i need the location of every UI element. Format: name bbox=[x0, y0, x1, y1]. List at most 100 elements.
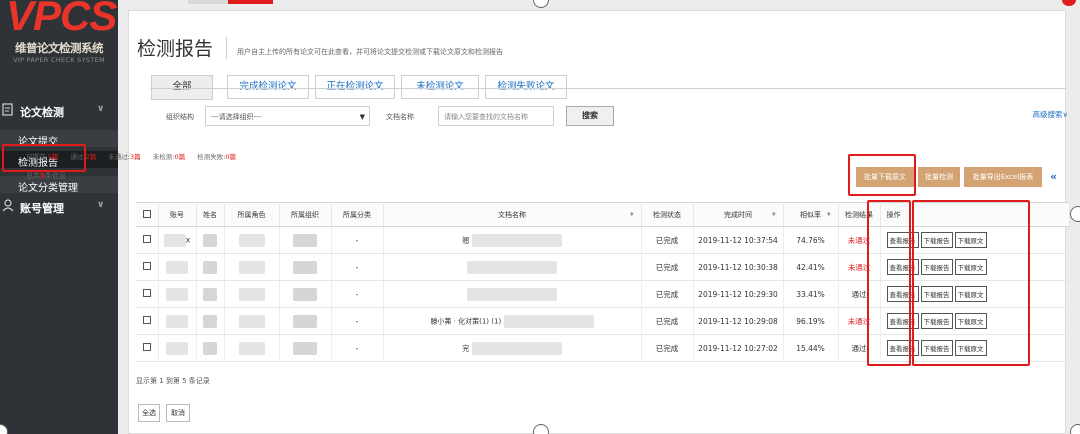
view-report-button[interactable]: 查看报告 bbox=[886, 232, 919, 248]
col-name[interactable]: 姓名 bbox=[196, 202, 225, 227]
select-all-button[interactable]: 全选 bbox=[138, 404, 160, 422]
table-row[interactable]: - 完 已完成 2019-11-12 10:27:02 15.44% 通过 查看报告 下载报… bbox=[136, 334, 1070, 362]
cell-time: 2019-11-12 10:27:02 bbox=[693, 334, 784, 362]
cell-category: - bbox=[331, 334, 384, 362]
tab-checking[interactable]: 正在检测论文 bbox=[315, 75, 395, 99]
col-category[interactable]: 所属分类 bbox=[331, 202, 384, 227]
row-checkbox[interactable] bbox=[142, 235, 151, 243]
row-checkbox[interactable] bbox=[142, 262, 151, 270]
view-report-button[interactable]: 查看报告 bbox=[886, 340, 919, 356]
tab-failed[interactable]: 检测失败论文 bbox=[485, 75, 567, 99]
cell-result: 未通过 bbox=[838, 253, 881, 281]
org-select[interactable]: ---请选择组织--- ▼ bbox=[205, 106, 370, 126]
download-report-button[interactable]: 下载报告 bbox=[920, 340, 953, 356]
cell-role bbox=[224, 253, 280, 281]
table-body: x-翘 已完成 2019-11-12 10:37:54 74.76% 未通过 查看报告下… bbox=[136, 226, 1070, 362]
cell-account bbox=[158, 334, 197, 362]
download-original-button[interactable]: 下载原文 bbox=[954, 286, 987, 302]
col-doc-name[interactable]: 文档名称 ♦ bbox=[383, 202, 642, 227]
table-row[interactable]: - 已完成 2019-11-12 10:30:38 42.41% 未通过 查看报告 下载报… bbox=[136, 253, 1070, 281]
brand-name-cn: 维普论文检测系统 bbox=[15, 41, 104, 55]
download-report-button[interactable]: 下载报告 bbox=[920, 232, 953, 248]
redacted-block bbox=[293, 341, 317, 355]
row-checkbox[interactable] bbox=[142, 289, 151, 297]
cell-rate: 15.44% bbox=[783, 334, 839, 362]
cell-name bbox=[196, 253, 225, 281]
cell-rate-text: 33.41% bbox=[796, 289, 825, 299]
cell-status-text: 已完成 bbox=[655, 235, 679, 245]
redacted-block bbox=[293, 260, 317, 274]
cell-account-text: x bbox=[185, 235, 191, 244]
col-status[interactable]: 检测状态 bbox=[641, 202, 694, 227]
redacted-block bbox=[203, 287, 217, 301]
cell-status: 已完成 bbox=[641, 253, 694, 281]
row-checkbox[interactable] bbox=[142, 343, 151, 351]
download-report-button[interactable]: 下载报告 bbox=[920, 259, 953, 275]
sidebar-item-paper-submit[interactable]: 论文提交 bbox=[0, 130, 118, 148]
download-report-button[interactable]: 下载报告 bbox=[920, 286, 953, 302]
stat-passed-label: 通过: bbox=[70, 153, 86, 161]
redacted-block bbox=[471, 233, 562, 247]
cancel-button[interactable]: 取消 bbox=[166, 404, 190, 422]
download-original-button[interactable]: 下载原文 bbox=[954, 259, 987, 275]
download-report-button[interactable]: 下载报告 bbox=[920, 313, 953, 329]
download-original-button[interactable]: 下载原文 bbox=[954, 232, 987, 248]
batch-export-button[interactable]: 批量导出Excel报表 bbox=[964, 167, 1042, 187]
redacted-block bbox=[293, 287, 317, 301]
redacted-block bbox=[203, 233, 217, 247]
download-original-button[interactable]: 下载原文 bbox=[954, 313, 987, 329]
header-checkbox-cell bbox=[136, 202, 159, 227]
stat-checkfail-value: 0篇 bbox=[225, 153, 237, 161]
report-table: 账号 姓名 所属角色 所属组织 所属分类 文档名称 ♦ 检测状态 完成时间 ♦ 相似… bbox=[136, 202, 1070, 362]
col-account[interactable]: 账号 bbox=[158, 202, 197, 227]
brand-logo: VPCS 维普论文检测系统 VIP PAPER CHECK SYSTEM bbox=[2, 0, 117, 72]
cell-result-text: 未通过 bbox=[847, 262, 871, 272]
select-all-checkbox[interactable] bbox=[142, 209, 151, 218]
total-suffix: 条信息 bbox=[44, 172, 66, 180]
nav-section-account[interactable]: 账号管理 ∨ bbox=[0, 196, 118, 218]
cell-time-text: 2019-11-12 10:37:54 bbox=[698, 235, 778, 245]
sort-icon: ♦ bbox=[629, 211, 635, 218]
cell-name bbox=[196, 226, 225, 254]
col-result[interactable]: 检测结果 bbox=[838, 202, 881, 227]
nav-section-label: 论文检测 bbox=[20, 106, 64, 119]
col-time[interactable]: 完成时间 ♦ bbox=[693, 202, 784, 227]
redacted-block bbox=[166, 314, 188, 328]
cell-rate: 33.41% bbox=[783, 280, 839, 308]
tab-completed[interactable]: 完成检测论文 bbox=[227, 75, 309, 99]
redacted-block bbox=[166, 287, 188, 301]
cell-result-text: 通过 bbox=[851, 289, 867, 299]
double-chevron-left-icon[interactable]: « bbox=[1050, 170, 1057, 183]
cell-org bbox=[279, 253, 332, 281]
batch-download-button[interactable]: 批量下载原文 bbox=[856, 167, 914, 187]
table-row[interactable]: - 滕小茀 · 化对策(1) (1) 已完成 2019-11-12 10:29:08… bbox=[136, 307, 1070, 335]
nav-section-paper-check[interactable]: 论文检测 ∨ bbox=[0, 100, 118, 122]
view-report-button[interactable]: 查看报告 bbox=[886, 259, 919, 275]
search-button[interactable]: 搜索 bbox=[566, 106, 614, 126]
cell-org bbox=[279, 226, 332, 254]
tab-unchecked[interactable]: 未检测论文 bbox=[401, 75, 479, 99]
redacted-block bbox=[238, 287, 265, 301]
stats-summary: 已提交:5篇 通过:2篇 未通过:3篇 未检测:0篇 检测失败:0篇 bbox=[26, 151, 246, 161]
redacted-block bbox=[503, 314, 594, 328]
nav-section-label: 账号管理 bbox=[20, 202, 64, 215]
cell-checkbox bbox=[136, 307, 159, 335]
view-report-button[interactable]: 查看报告 bbox=[886, 313, 919, 329]
advanced-search-link[interactable]: 高级搜索∨ bbox=[1033, 109, 1069, 120]
cell-time: 2019-11-12 10:29:08 bbox=[693, 307, 784, 335]
col-rate[interactable]: 相似率 ♦ bbox=[783, 202, 839, 227]
view-report-button[interactable]: 查看报告 bbox=[886, 286, 919, 302]
col-role[interactable]: 所属角色 bbox=[224, 202, 280, 227]
cell-category-text: - bbox=[355, 262, 359, 272]
row-checkbox[interactable] bbox=[142, 316, 151, 324]
col-org[interactable]: 所属组织 bbox=[279, 202, 332, 227]
batch-check-button[interactable]: 批量检测 bbox=[918, 167, 960, 187]
download-original-button[interactable]: 下载原文 bbox=[954, 340, 987, 356]
redacted-block bbox=[293, 314, 317, 328]
table-header-row: 账号 姓名 所属角色 所属组织 所属分类 文档名称 ♦ 检测状态 完成时间 ♦ 相似… bbox=[136, 202, 1070, 227]
advanced-search-label: 高级搜索 bbox=[1032, 110, 1063, 119]
table-row[interactable]: x-翘 已完成 2019-11-12 10:37:54 74.76% 未通过 查看报告下… bbox=[136, 226, 1070, 254]
doc-name-input[interactable]: 请输入您要查找的文档名称 bbox=[438, 106, 554, 126]
cell-doc-name: 完 bbox=[383, 334, 642, 362]
table-row[interactable]: - 已完成 2019-11-12 10:29:30 33.41% 通过 查看报告 下载报告… bbox=[136, 280, 1070, 308]
